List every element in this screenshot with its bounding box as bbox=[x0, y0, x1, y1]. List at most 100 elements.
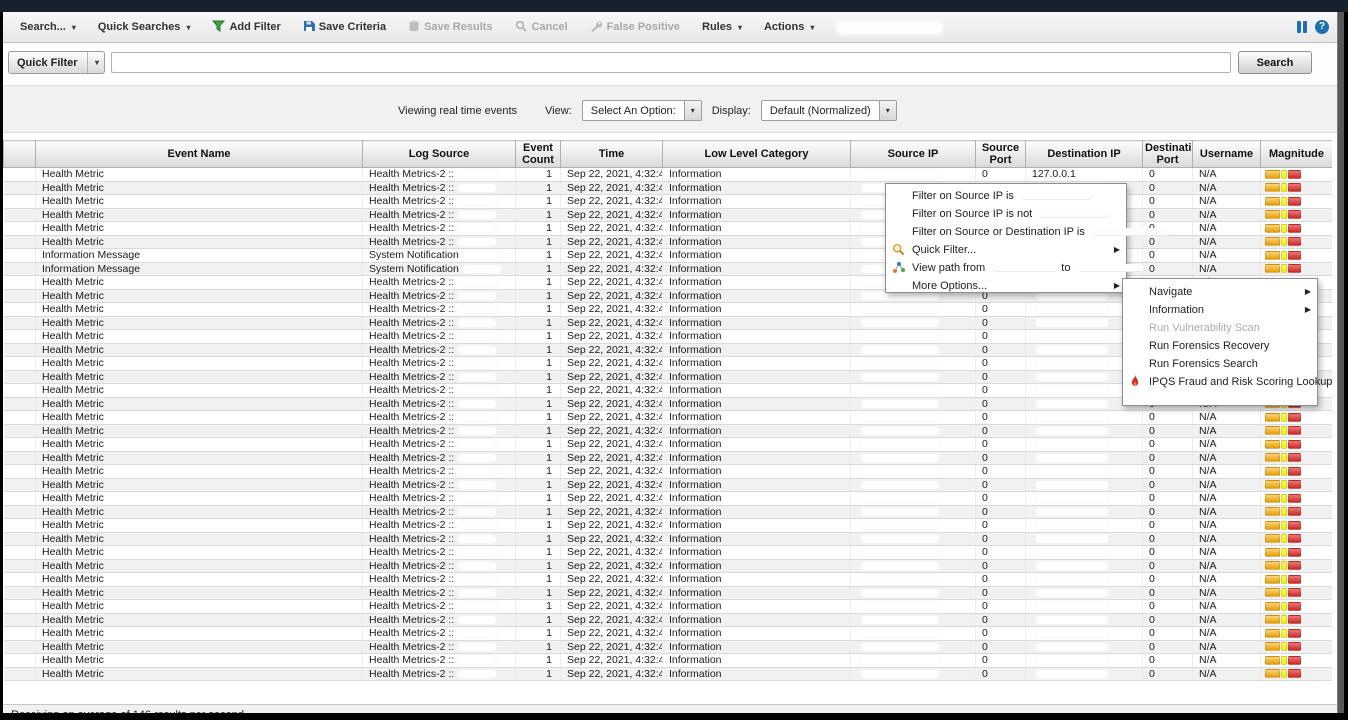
cell-log-source[interactable]: Health Metrics-2 :: bbox=[363, 465, 516, 479]
cell-magnitude[interactable] bbox=[1261, 235, 1333, 249]
menu-item-run-forensics-recovery[interactable]: Run Forensics Recovery bbox=[1123, 337, 1317, 355]
cell-event-name[interactable]: Health Metric bbox=[36, 195, 363, 209]
cell-event-count[interactable]: 1 bbox=[516, 654, 561, 668]
cell-magnitude[interactable] bbox=[1261, 667, 1333, 681]
cell-event-count[interactable]: 1 bbox=[516, 573, 561, 587]
cell-source-ip[interactable] bbox=[851, 613, 976, 627]
cell-source-port[interactable]: 0 bbox=[976, 492, 1026, 506]
cell-log-source[interactable]: Health Metrics-2 :: bbox=[363, 478, 516, 492]
table-row[interactable]: Health MetricHealth Metrics-2 ::1Sep 22,… bbox=[4, 640, 1333, 654]
cell-low-level-category[interactable]: Information bbox=[663, 303, 851, 317]
cell-event-count[interactable]: 1 bbox=[516, 627, 561, 641]
cell-username[interactable]: N/A bbox=[1193, 532, 1261, 546]
cell-log-source[interactable]: Health Metrics-2 :: bbox=[363, 168, 516, 182]
cell-select[interactable] bbox=[4, 667, 36, 681]
cell-low-level-category[interactable]: Information bbox=[663, 411, 851, 425]
menu-item-navigate[interactable]: Navigate ▶ bbox=[1123, 283, 1317, 301]
cell-magnitude[interactable] bbox=[1261, 492, 1333, 506]
cell-source-port[interactable]: 0 bbox=[976, 667, 1026, 681]
table-row[interactable]: Health MetricHealth Metrics-2 ::1Sep 22,… bbox=[4, 586, 1333, 600]
cell-log-source[interactable]: Health Metrics-2 :: bbox=[363, 424, 516, 438]
cell-select[interactable] bbox=[4, 316, 36, 330]
cell-destination-ip[interactable] bbox=[1026, 411, 1143, 425]
cell-select[interactable] bbox=[4, 411, 36, 425]
cell-destination-port[interactable]: 0 bbox=[1143, 586, 1193, 600]
cell-destination-port[interactable]: 0 bbox=[1143, 559, 1193, 573]
cell-event-count[interactable]: 1 bbox=[516, 222, 561, 236]
cell-low-level-category[interactable]: Information bbox=[663, 613, 851, 627]
cell-magnitude[interactable] bbox=[1261, 222, 1333, 236]
cell-destination-ip[interactable] bbox=[1026, 559, 1143, 573]
cell-time[interactable]: Sep 22, 2021, 4:32:47 PM bbox=[561, 478, 663, 492]
cell-source-port[interactable]: 0 bbox=[976, 613, 1026, 627]
cell-low-level-category[interactable]: Information bbox=[663, 424, 851, 438]
cell-select[interactable] bbox=[4, 168, 36, 182]
cell-destination-port[interactable]: 0 bbox=[1143, 667, 1193, 681]
cell-event-name[interactable]: Health Metric bbox=[36, 384, 363, 398]
cell-username[interactable]: N/A bbox=[1193, 181, 1261, 195]
cell-select[interactable] bbox=[4, 262, 36, 276]
cell-destination-port[interactable]: 0 bbox=[1143, 546, 1193, 560]
cell-magnitude[interactable] bbox=[1261, 438, 1333, 452]
cell-source-port[interactable]: 0 bbox=[976, 384, 1026, 398]
cell-source-ip[interactable] bbox=[851, 667, 976, 681]
cell-low-level-category[interactable]: Information bbox=[663, 357, 851, 371]
cell-destination-ip[interactable] bbox=[1026, 519, 1143, 533]
table-row[interactable]: Health MetricHealth Metrics-2 ::1Sep 22,… bbox=[4, 195, 1333, 209]
cell-source-port[interactable]: 0 bbox=[976, 573, 1026, 587]
cell-time[interactable]: Sep 22, 2021, 4:32:47 PM bbox=[561, 411, 663, 425]
cell-username[interactable]: N/A bbox=[1193, 438, 1261, 452]
cell-select[interactable] bbox=[4, 573, 36, 587]
table-row[interactable]: Health MetricHealth Metrics-2 ::1Sep 22,… bbox=[4, 411, 1333, 425]
table-row[interactable]: Health MetricHealth Metrics-2 ::1Sep 22,… bbox=[4, 573, 1333, 587]
cell-event-name[interactable]: Information Message bbox=[36, 262, 363, 276]
menu-item-filter-source-ip-is-not[interactable]: Filter on Source IP is not bbox=[886, 205, 1126, 223]
cell-low-level-category[interactable]: Information bbox=[663, 627, 851, 641]
cell-username[interactable]: N/A bbox=[1193, 195, 1261, 209]
header-log-source[interactable]: Log Source bbox=[363, 141, 516, 168]
cell-low-level-category[interactable]: Information bbox=[663, 640, 851, 654]
cell-source-ip[interactable] bbox=[851, 303, 976, 317]
rules-menu-button[interactable]: Rules ▾ bbox=[693, 18, 751, 36]
cell-event-name[interactable]: Health Metric bbox=[36, 586, 363, 600]
cell-destination-ip[interactable] bbox=[1026, 465, 1143, 479]
cell-low-level-category[interactable]: Information bbox=[663, 667, 851, 681]
cell-select[interactable] bbox=[4, 384, 36, 398]
cell-select[interactable] bbox=[4, 289, 36, 303]
cell-low-level-category[interactable]: Information bbox=[663, 208, 851, 222]
cell-source-port[interactable]: 0 bbox=[976, 627, 1026, 641]
cell-magnitude[interactable] bbox=[1261, 181, 1333, 195]
cell-log-source[interactable]: Health Metrics-2 :: bbox=[363, 303, 516, 317]
cell-event-name[interactable]: Health Metric bbox=[36, 168, 363, 182]
cell-event-name[interactable]: Health Metric bbox=[36, 397, 363, 411]
cell-event-count[interactable]: 1 bbox=[516, 505, 561, 519]
cell-destination-ip[interactable] bbox=[1026, 424, 1143, 438]
cell-username[interactable]: N/A bbox=[1193, 654, 1261, 668]
cell-destination-ip[interactable] bbox=[1026, 505, 1143, 519]
table-row[interactable]: Health MetricHealth Metrics-2 ::1Sep 22,… bbox=[4, 505, 1333, 519]
cell-username[interactable]: N/A bbox=[1193, 627, 1261, 641]
cell-event-name[interactable]: Health Metric bbox=[36, 505, 363, 519]
cell-source-port[interactable]: 0 bbox=[976, 303, 1026, 317]
cell-time[interactable]: Sep 22, 2021, 4:32:47 PM bbox=[561, 181, 663, 195]
cell-log-source[interactable]: Health Metrics-2 :: bbox=[363, 438, 516, 452]
menu-item-quick-filter[interactable]: Quick Filter... ▶ bbox=[886, 241, 1126, 259]
cell-time[interactable]: Sep 22, 2021, 4:32:47 PM bbox=[561, 195, 663, 209]
header-event-name[interactable]: Event Name bbox=[36, 141, 363, 168]
cell-destination-port[interactable]: 0 bbox=[1143, 492, 1193, 506]
cell-event-name[interactable]: Health Metric bbox=[36, 667, 363, 681]
cell-select[interactable] bbox=[4, 181, 36, 195]
table-row[interactable]: Health MetricHealth Metrics-2 ::1Sep 22,… bbox=[4, 478, 1333, 492]
cell-destination-port[interactable]: 0 bbox=[1143, 519, 1193, 533]
cell-magnitude[interactable] bbox=[1261, 249, 1333, 263]
cell-username[interactable]: N/A bbox=[1193, 573, 1261, 587]
cell-source-port[interactable]: 0 bbox=[976, 357, 1026, 371]
cell-low-level-category[interactable]: Information bbox=[663, 586, 851, 600]
cell-log-source[interactable]: Health Metrics-2 :: bbox=[363, 492, 516, 506]
cell-select[interactable] bbox=[4, 343, 36, 357]
cell-destination-port[interactable]: 0 bbox=[1143, 411, 1193, 425]
cell-magnitude[interactable] bbox=[1261, 519, 1333, 533]
cell-event-name[interactable]: Health Metric bbox=[36, 181, 363, 195]
cell-log-source[interactable]: Health Metrics-2 :: bbox=[363, 627, 516, 641]
cell-low-level-category[interactable]: Information bbox=[663, 532, 851, 546]
